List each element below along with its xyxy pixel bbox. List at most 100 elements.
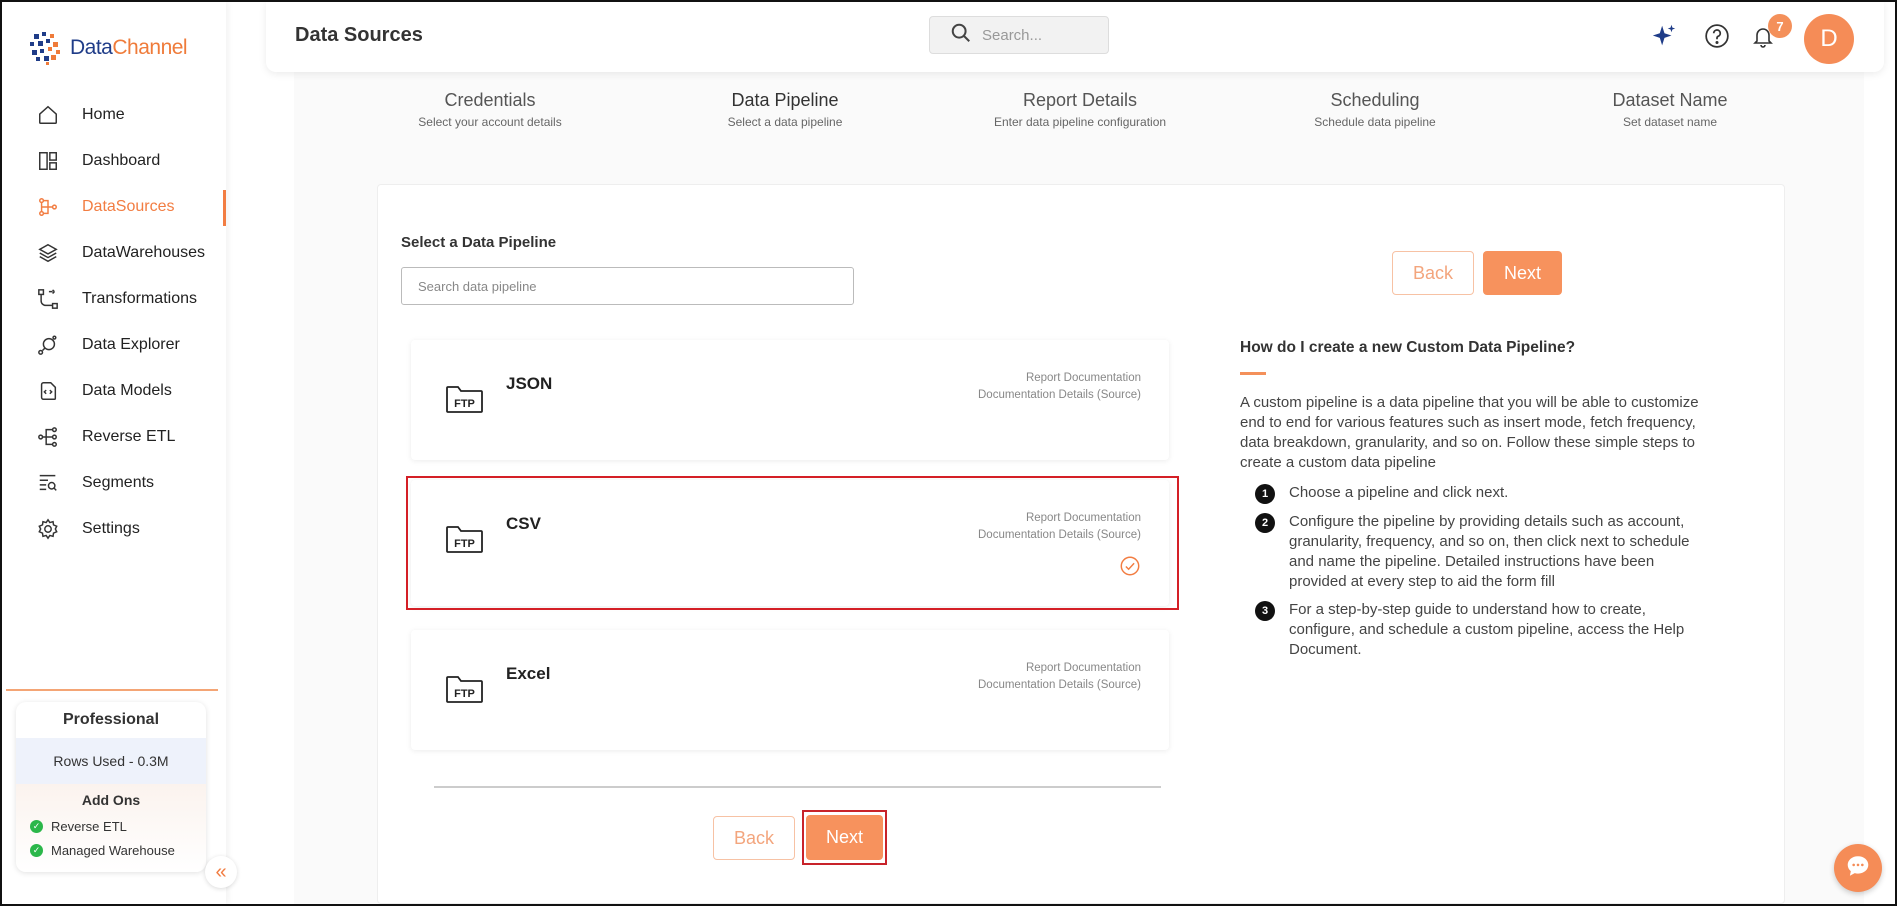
sidebar-item-settings[interactable]: Settings bbox=[2, 506, 226, 552]
report-documentation-link[interactable]: Report Documentation bbox=[978, 660, 1141, 677]
avatar[interactable]: D bbox=[1804, 14, 1854, 64]
gear-icon bbox=[36, 517, 60, 541]
page-title: Data Sources bbox=[295, 24, 423, 46]
notification-badge: 7 bbox=[1768, 14, 1792, 38]
step-credentials[interactable]: Credentials Select your account details bbox=[370, 90, 610, 129]
addon-item: ✓ Managed Warehouse bbox=[16, 838, 206, 862]
sidebar-item-datasources[interactable]: DataSources bbox=[2, 184, 226, 230]
logo[interactable]: DataChannel bbox=[26, 28, 188, 68]
documentation-details-link[interactable]: Documentation Details (Source) bbox=[978, 527, 1141, 544]
help-body: A custom pipeline is a data pipeline tha… bbox=[1240, 394, 1699, 471]
pipeline-item-json[interactable]: FTP JSON Report Documentation Documentat… bbox=[411, 340, 1169, 460]
ftp-label: FTP bbox=[454, 688, 475, 700]
transformations-icon bbox=[36, 287, 60, 311]
step-title: Dataset Name bbox=[1612, 90, 1728, 110]
addon-label: Reverse ETL bbox=[51, 818, 127, 834]
help-title-underline bbox=[1240, 372, 1266, 375]
step-data-pipeline[interactable]: Data Pipeline Select a data pipeline bbox=[665, 90, 905, 129]
step-subtitle: Set dataset name bbox=[1622, 115, 1718, 129]
data-models-icon bbox=[36, 379, 60, 403]
sidebar-item-data-explorer[interactable]: Data Explorer bbox=[2, 322, 226, 368]
check-circle-icon: ✓ bbox=[30, 843, 43, 857]
ftp-folder-icon: FTP bbox=[445, 384, 485, 419]
explorer-icon bbox=[36, 333, 60, 357]
sidebar-nav: Home Dashboard DataSources DataWarehouse… bbox=[2, 92, 226, 552]
help-step: 1 Choose a pipeline and click next. bbox=[1255, 483, 1715, 504]
sidebar-item-segments[interactable]: Segments bbox=[2, 460, 226, 506]
help-step: 2 Configure the pipeline by providing de… bbox=[1255, 512, 1715, 592]
next-button-top[interactable]: Next bbox=[1483, 251, 1562, 295]
step-scheduling[interactable]: Scheduling Schedule data pipeline bbox=[1255, 90, 1495, 129]
addons-section: Add Ons ✓ Reverse ETL ✓ Managed Warehous… bbox=[16, 784, 206, 872]
sidebar-item-transformations[interactable]: Transformations bbox=[2, 276, 226, 322]
step-subtitle: Enter data pipeline configuration bbox=[993, 115, 1167, 129]
pipeline-search-input[interactable] bbox=[401, 267, 854, 305]
logo-text: DataChannel bbox=[70, 36, 188, 60]
step-number: 3 bbox=[1255, 601, 1275, 621]
report-documentation-link[interactable]: Report Documentation bbox=[978, 370, 1141, 387]
step-report-details[interactable]: Report Details Enter data pipeline confi… bbox=[960, 90, 1200, 129]
step-subtitle: Select a data pipeline bbox=[727, 115, 843, 129]
ftp-label: FTP bbox=[454, 398, 475, 410]
logo-text-channel: Channel bbox=[112, 36, 188, 59]
plan-title: Professional bbox=[62, 711, 160, 728]
documentation-details-link[interactable]: Documentation Details (Source) bbox=[978, 677, 1141, 694]
next-button-bottom[interactable]: Next bbox=[806, 815, 883, 860]
step-title: Data Pipeline bbox=[731, 90, 839, 110]
step-title: Credentials bbox=[444, 90, 536, 110]
selected-check-icon bbox=[1119, 555, 1141, 582]
help-icon[interactable] bbox=[1703, 22, 1731, 50]
sidebar-item-label: Data Models bbox=[82, 382, 172, 399]
sidebar-item-label: Transformations bbox=[82, 290, 197, 307]
sidebar-item-reverse-etl[interactable]: Reverse ETL bbox=[2, 414, 226, 460]
step-title: Scheduling bbox=[1330, 90, 1420, 110]
segments-icon bbox=[36, 471, 60, 495]
search-icon bbox=[950, 22, 972, 49]
back-button-bottom[interactable]: Back bbox=[713, 816, 795, 860]
sidebar-item-dashboard[interactable]: Dashboard bbox=[2, 138, 226, 184]
help-step: 3 For a step-by-step guide to understand… bbox=[1255, 600, 1715, 660]
sidebar-item-home[interactable]: Home bbox=[2, 92, 226, 138]
reverse-etl-icon bbox=[36, 425, 60, 449]
check-circle-icon: ✓ bbox=[30, 819, 43, 833]
sidebar-item-label: DataSources bbox=[82, 198, 175, 215]
back-button-top[interactable]: Back bbox=[1392, 251, 1474, 295]
sidebar-item-datawarehouses[interactable]: DataWarehouses bbox=[2, 230, 226, 276]
sidebar-item-label: DataWarehouses bbox=[82, 244, 206, 261]
dashboard-icon bbox=[36, 149, 60, 173]
step-dataset-name[interactable]: Dataset Name Set dataset name bbox=[1550, 90, 1790, 129]
pipeline-name: JSON bbox=[506, 374, 553, 393]
pipeline-docs: Report Documentation Documentation Detai… bbox=[978, 660, 1141, 694]
list-divider bbox=[434, 786, 1161, 788]
addons-title: Add Ons bbox=[81, 792, 141, 808]
addon-item: ✓ Reverse ETL bbox=[16, 814, 206, 838]
global-search[interactable] bbox=[929, 16, 1109, 54]
help-step-text: Choose a pipeline and click next. bbox=[1289, 484, 1509, 501]
report-documentation-link[interactable]: Report Documentation bbox=[978, 510, 1141, 527]
addon-label: Managed Warehouse bbox=[51, 842, 175, 858]
sidebar: DataChannel Home Dashboard DataSources D… bbox=[2, 2, 226, 904]
sidebar-item-label: Settings bbox=[82, 520, 140, 537]
ai-sparkle-icon[interactable] bbox=[1650, 22, 1678, 50]
pipeline-item-excel[interactable]: FTP Excel Report Documentation Documenta… bbox=[411, 630, 1169, 750]
help-steps: 1 Choose a pipeline and click next. 2 Co… bbox=[1255, 483, 1715, 668]
sidebar-item-label: Home bbox=[82, 106, 125, 123]
home-icon bbox=[36, 103, 60, 127]
sidebar-item-data-models[interactable]: Data Models bbox=[2, 368, 226, 414]
documentation-details-link[interactable]: Documentation Details (Source) bbox=[978, 387, 1141, 404]
logo-mark-icon bbox=[26, 28, 66, 68]
ftp-folder-icon: FTP bbox=[445, 674, 485, 709]
help-step-text: For a step-by-step guide to understand h… bbox=[1289, 601, 1685, 658]
chat-button[interactable] bbox=[1834, 844, 1882, 892]
global-search-input[interactable] bbox=[982, 26, 1092, 44]
rows-used: Rows Used - 0.3M bbox=[16, 738, 206, 784]
sidebar-item-label: Data Explorer bbox=[82, 336, 180, 353]
sidebar-divider bbox=[6, 689, 218, 691]
collapse-sidebar-button[interactable]: « bbox=[205, 856, 237, 888]
double-chevron-left-icon: « bbox=[215, 860, 227, 883]
step-subtitle: Select your account details bbox=[418, 115, 562, 129]
logo-text-data: Data bbox=[70, 36, 113, 59]
pipeline-item-csv[interactable]: FTP CSV Report Documentation Documentati… bbox=[411, 480, 1169, 606]
datasources-icon bbox=[36, 195, 60, 219]
step-subtitle: Schedule data pipeline bbox=[1314, 115, 1436, 129]
